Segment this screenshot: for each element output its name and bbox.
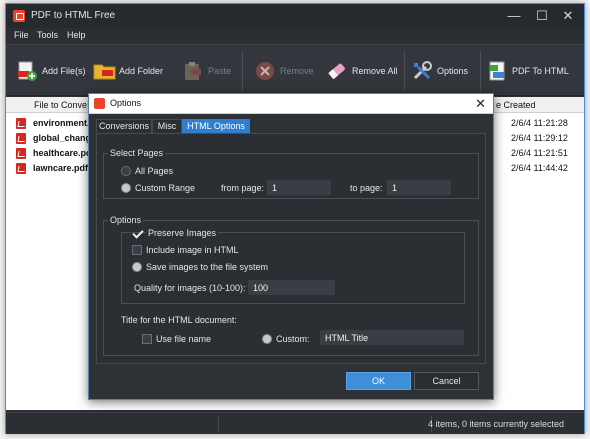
use-file-name-label: Use file name [156, 334, 212, 344]
quality-label: Quality for images (10-100): [134, 283, 246, 293]
from-page-label: from page: [221, 183, 265, 193]
status-bar: 4 items, 0 items currently selected [6, 412, 584, 434]
convert-icon [486, 60, 508, 82]
preserve-images-group: Preserve Images Include image in HTML Sa… [121, 228, 465, 304]
remove-all-button[interactable]: Remove All [326, 54, 398, 88]
all-pages-label: All Pages [135, 166, 174, 176]
file-date: 2/6/4 11:44:42 [511, 163, 568, 173]
file-date: 2/6/4 11:21:51 [511, 148, 568, 158]
custom-title-label: Custom: [276, 334, 310, 344]
pdf-to-html-label: PDF To HTML [512, 66, 569, 76]
file-name: environment. [33, 118, 90, 128]
pdf-file-icon [16, 148, 26, 159]
select-pages-title: Select Pages [108, 148, 166, 158]
to-page-input[interactable]: 1 [387, 180, 451, 195]
ok-button[interactable]: OK [346, 372, 411, 390]
preserve-images-label: Preserve Images [146, 228, 219, 238]
menu-help[interactable]: Help [67, 30, 86, 40]
use-file-name-checkbox[interactable] [142, 334, 152, 344]
menu-bar: File Tools Help [6, 28, 584, 44]
custom-range-radio[interactable] [121, 183, 131, 193]
pdf-file-icon [16, 133, 26, 144]
maximize-button[interactable]: ☐ [530, 7, 554, 25]
toolbar-separator [404, 51, 405, 91]
tab-html-options[interactable]: HTML Options [182, 119, 250, 133]
include-image-checkbox[interactable] [132, 245, 142, 255]
file-name: lawncare.pdf [33, 163, 89, 173]
toolbar-separator [242, 51, 243, 91]
remove-label: Remove [280, 66, 314, 76]
remove-all-label: Remove All [352, 66, 398, 76]
include-image-label: Include image in HTML [146, 245, 239, 255]
tab-conversions[interactable]: Conversions [96, 119, 152, 133]
save-images-label: Save images to the file system [146, 262, 269, 272]
options-group: Options Preserve Images Include image in… [103, 215, 479, 356]
file-date: 2/6/4 11:29:12 [511, 133, 568, 143]
add-folder-label: Add Folder [119, 66, 164, 76]
folder-icon [93, 60, 116, 82]
main-window: PDF to HTML Free — ☐ ✕ File Tools Help A… [5, 3, 585, 434]
add-folder-button[interactable]: Add Folder [93, 54, 163, 88]
pdf-to-html-button[interactable]: PDF To HTML [486, 54, 569, 88]
paste-icon [182, 60, 204, 82]
pdf-file-icon [16, 118, 26, 129]
eraser-icon [326, 60, 348, 82]
tools-icon [411, 60, 433, 82]
tab-misc[interactable]: Misc [152, 119, 182, 133]
file-date: 2/6/4 11:21:28 [511, 118, 568, 128]
minimize-button[interactable]: — [502, 7, 526, 25]
app-icon [13, 10, 25, 22]
custom-title-radio[interactable] [262, 334, 272, 344]
paste-label: Paste [208, 66, 232, 76]
save-images-radio[interactable] [132, 262, 142, 272]
custom-title-input[interactable]: HTML Title [320, 330, 464, 345]
quality-input[interactable]: 100 [248, 280, 335, 295]
file-name: global_chang [33, 133, 92, 143]
select-pages-group: Select Pages All Pages Custom Range from… [103, 148, 479, 199]
cancel-button[interactable]: Cancel [414, 372, 479, 390]
menu-file[interactable]: File [14, 30, 29, 40]
dialog-title: Options [110, 98, 142, 108]
title-doc-label: Title for the HTML document: [121, 315, 237, 325]
dialog-title-bar: Options ✕ [89, 94, 493, 114]
close-button[interactable]: ✕ [556, 7, 580, 25]
title-bar: PDF to HTML Free — ☐ ✕ [6, 4, 584, 28]
remove-button[interactable]: Remove [254, 54, 314, 88]
paste-button[interactable]: Paste [182, 54, 231, 88]
dialog-close-button[interactable]: ✕ [475, 96, 486, 112]
html-options-pane: Select Pages All Pages Custom Range from… [96, 133, 486, 364]
custom-range-label: Custom Range [135, 183, 196, 193]
remove-icon [254, 60, 276, 82]
options-label: Options [437, 66, 469, 76]
add-files-button[interactable]: Add File(s) [16, 54, 86, 88]
pdf-file-icon [16, 163, 26, 174]
toolbar-separator [480, 51, 481, 91]
preserve-images-checkbox[interactable] [132, 228, 142, 238]
options-button[interactable]: Options [411, 54, 468, 88]
options-title: Options [108, 215, 144, 225]
options-dialog: Options ✕ Conversions Misc HTML Options … [88, 93, 494, 400]
status-divider [218, 416, 219, 432]
dialog-app-icon [94, 98, 105, 109]
toolbar: Add File(s) Add Folder Paste Remove Remo… [6, 44, 584, 96]
window-title: PDF to HTML Free [31, 10, 116, 21]
file-name: healthcare.pc [33, 148, 92, 158]
menu-tools[interactable]: Tools [37, 30, 58, 40]
add-files-label: Add File(s) [42, 66, 86, 76]
from-page-input[interactable]: 1 [267, 180, 331, 195]
column-file-to-convert[interactable]: File to Conve [34, 100, 87, 110]
status-text: 4 items, 0 items currently selected [427, 419, 564, 429]
column-date-created[interactable]: e Created [496, 100, 536, 110]
add-file-icon [16, 60, 38, 82]
to-page-label: to page: [350, 183, 383, 193]
all-pages-radio[interactable] [121, 166, 131, 176]
